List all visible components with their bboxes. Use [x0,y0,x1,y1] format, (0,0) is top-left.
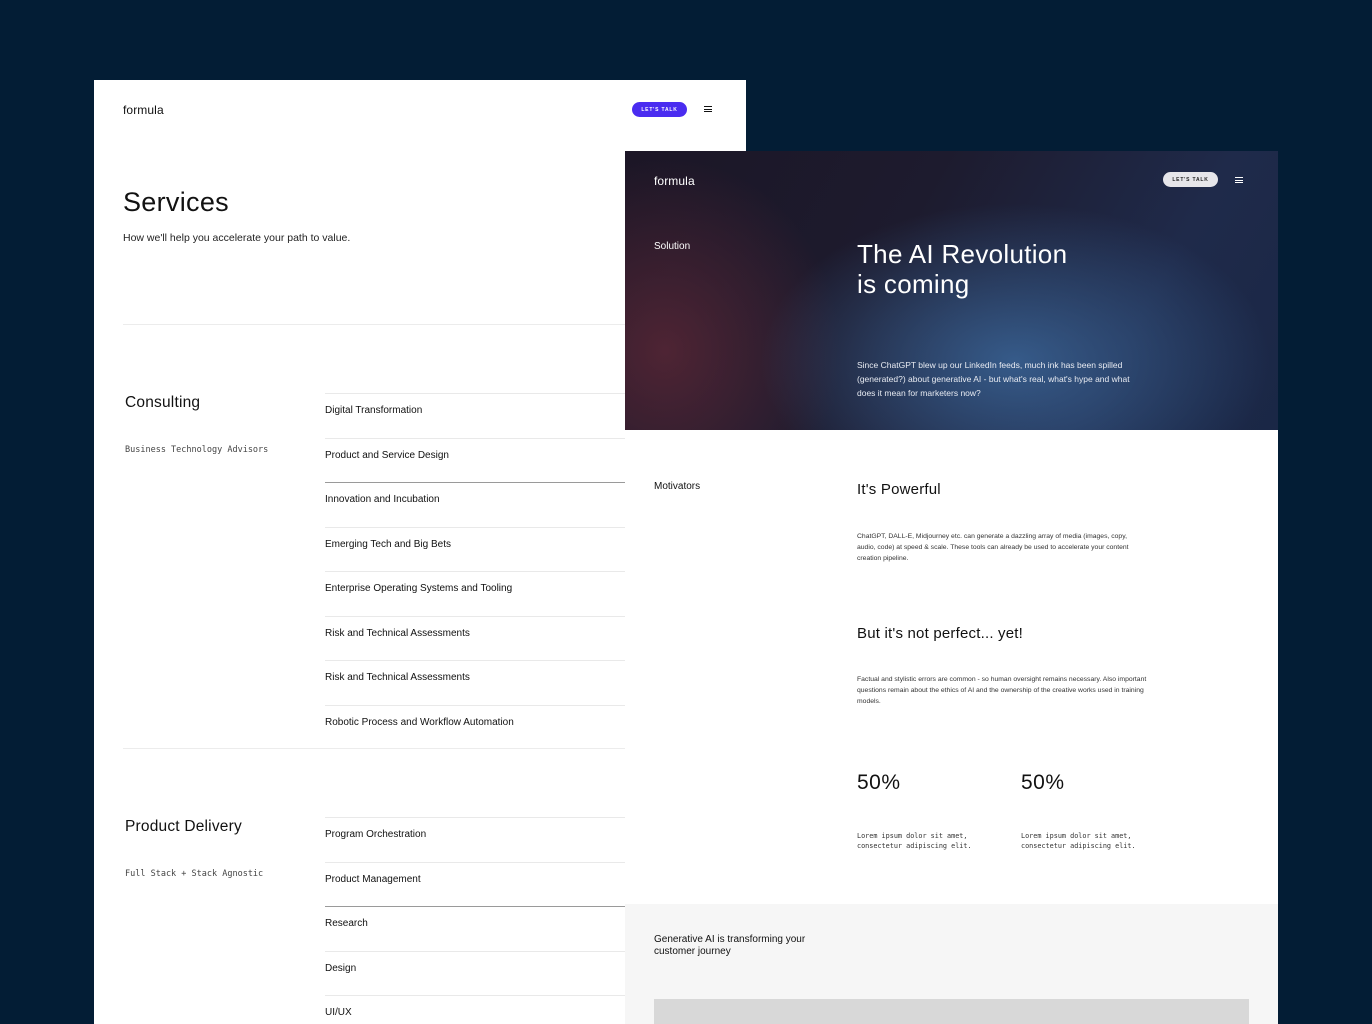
customer-journey-section: Generative AI is transforming your custo… [625,904,1278,1024]
logo[interactable]: formula [123,103,164,117]
hamburger-menu-icon[interactable] [704,106,712,112]
lets-talk-button[interactable]: LET'S TALK [1163,172,1218,187]
customer-journey-heading: Generative AI is transforming your custo… [654,934,806,957]
hero-title-line: The AI Revolution [857,239,1068,269]
section-title-product-delivery: Product Delivery [125,818,242,835]
section-label-motivators: Motivators [654,481,701,492]
logo[interactable]: formula [654,174,695,188]
hero-body: Since ChatGPT blew up our LinkedIn feeds… [857,360,1130,398]
ai-revolution-page: formula LET'S TALK Solution The AI Revol… [625,151,1278,1024]
stat-value: 50% [857,771,901,794]
lets-talk-button[interactable]: LET'S TALK [632,102,687,117]
heading-powerful: It's Powerful [857,481,941,498]
page-subtitle: How we'll help you accelerate your path … [123,232,351,244]
page-title: Services [123,187,229,217]
paragraph-powerful: ChatGPT, DALL-E, Midjourney etc. can gen… [857,533,1129,562]
paragraph-not-perfect: Factual and stylistic errors are common … [857,676,1147,705]
heading-not-perfect: But it's not perfect... yet! [857,625,1024,642]
section-title-consulting: Consulting [125,394,201,411]
stat-description: Lorem ipsum dolor sit amet, consectetur … [1021,832,1136,850]
hamburger-menu-icon[interactable] [1235,177,1243,183]
section-tag-product-delivery: Full Stack + Stack Agnostic [125,869,264,879]
hero-title-line: is coming [857,269,970,299]
stat-value: 50% [1021,771,1065,794]
stat-description: Lorem ipsum dolor sit amet, consectetur … [857,832,972,850]
hero-section: formula LET'S TALK Solution The AI Revol… [625,151,1278,430]
image-placeholder [654,999,1249,1024]
hero-title: The AI Revolution is coming [857,239,1177,299]
section-tag-consulting: Business Technology Advisors [125,445,269,455]
section-label-solution: Solution [654,241,691,252]
